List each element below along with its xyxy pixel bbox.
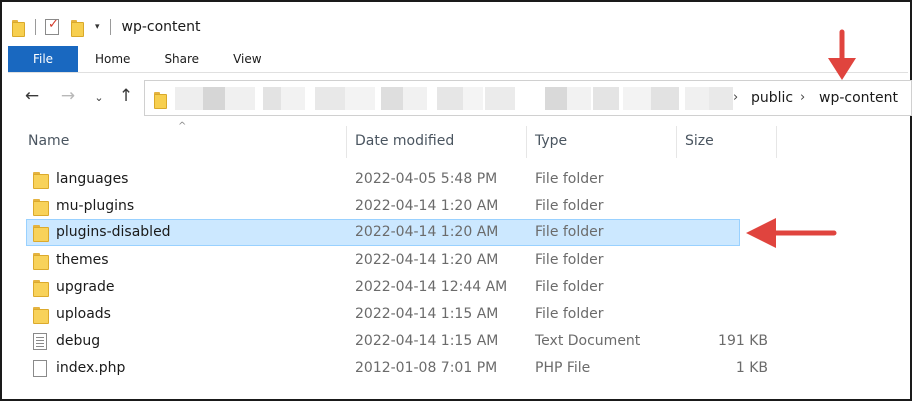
file-date: 2022-04-14 12:44 AM	[355, 279, 508, 295]
title-bar: ✓ ▾ wp-content	[12, 12, 201, 42]
sort-indicator-icon: ^	[178, 121, 187, 132]
column-header-name[interactable]: Name	[28, 133, 69, 149]
column-header-row: ^ Name Date modified Type Size	[8, 121, 908, 158]
folder-icon	[154, 91, 168, 109]
file-date: 2022-04-05 5:48 PM	[355, 171, 498, 187]
folder-icon[interactable]	[12, 19, 26, 37]
file-type: File folder	[535, 279, 604, 295]
file-date: 2022-04-14 1:20 AM	[355, 224, 499, 240]
file-name: uploads	[56, 306, 111, 322]
breadcrumb-wp-content[interactable]: wp-content	[819, 90, 898, 106]
file-date: 2012-01-08 7:01 PM	[355, 360, 498, 376]
tab-view[interactable]: View	[216, 46, 278, 72]
file-name: debug	[56, 333, 101, 349]
column-divider[interactable]	[526, 126, 527, 158]
file-size: 1 KB	[735, 360, 768, 376]
file-row-plugins-disabled[interactable]: plugins-disabled 2022-04-14 1:20 AM File…	[26, 219, 740, 246]
file-name: index.php	[56, 360, 126, 376]
annotation-arrow-down-icon	[828, 29, 856, 80]
tab-home[interactable]: Home	[78, 46, 147, 72]
file-row-index-php[interactable]: index.php 2012-01-08 7:01 PM PHP File 1 …	[26, 355, 768, 382]
file-name: mu-plugins	[56, 198, 135, 214]
file-type: File folder	[535, 171, 604, 187]
column-divider[interactable]	[676, 126, 677, 158]
properties-icon[interactable]: ✓	[45, 17, 59, 35]
new-folder-icon[interactable]	[71, 19, 85, 37]
file-type: Text Document	[535, 333, 641, 349]
file-date: 2022-04-14 1:20 AM	[355, 198, 499, 214]
file-name: plugins-disabled	[56, 224, 171, 240]
text-document-icon	[33, 333, 47, 350]
navigation-bar: ← → ⌄ ↑ › public › wp-content	[8, 74, 912, 124]
file-name: themes	[56, 252, 109, 268]
column-header-type[interactable]: Type	[535, 133, 567, 149]
file-type: PHP File	[535, 360, 591, 376]
forward-button[interactable]: →	[57, 86, 79, 106]
toolbar-separator	[35, 19, 36, 35]
file-type: File folder	[535, 306, 604, 322]
file-name: upgrade	[56, 279, 115, 295]
recent-locations-button[interactable]: ⌄	[88, 91, 110, 104]
quick-access-dropdown-icon[interactable]: ▾	[95, 22, 100, 32]
toolbar-separator	[109, 19, 111, 35]
back-button[interactable]: ←	[21, 86, 43, 106]
address-bar[interactable]: › public › wp-content	[144, 80, 912, 116]
ribbon-tabs: File Home Share View	[8, 46, 908, 73]
file-size: 191 KB	[718, 333, 768, 349]
column-divider[interactable]	[776, 126, 777, 158]
folder-icon	[33, 198, 49, 216]
column-header-date[interactable]: Date modified	[355, 133, 454, 149]
file-type: File folder	[535, 252, 604, 268]
breadcrumb-separator[interactable]: ›	[800, 90, 805, 105]
window-title: wp-content	[121, 19, 201, 35]
column-header-size[interactable]: Size	[685, 133, 714, 149]
annotation-arrow-left-icon	[746, 218, 837, 248]
file-date: 2022-04-14 1:15 AM	[355, 306, 499, 322]
file-icon	[33, 360, 47, 377]
file-date: 2022-04-14 1:20 AM	[355, 252, 499, 268]
folder-icon	[33, 252, 49, 270]
tab-file[interactable]: File	[8, 46, 78, 72]
file-date: 2022-04-14 1:15 AM	[355, 333, 499, 349]
column-divider[interactable]	[346, 126, 347, 158]
folder-icon	[33, 306, 49, 324]
file-type: File folder	[535, 198, 604, 214]
tab-share[interactable]: Share	[147, 46, 216, 72]
up-button[interactable]: ↑	[115, 86, 137, 106]
file-row-themes[interactable]: themes 2022-04-14 1:20 AM File folder	[26, 247, 740, 274]
file-row-upgrade[interactable]: upgrade 2022-04-14 12:44 AM File folder	[26, 274, 740, 301]
folder-icon	[33, 279, 49, 297]
file-row-debug[interactable]: debug 2022-04-14 1:15 AM Text Document 1…	[26, 328, 768, 355]
breadcrumb-public[interactable]: public	[751, 90, 793, 106]
file-row-uploads[interactable]: uploads 2022-04-14 1:15 AM File folder	[26, 301, 740, 328]
explorer-window: ✓ ▾ wp-content File Home Share View ← → …	[0, 0, 912, 401]
file-row-languages[interactable]: languages 2022-04-05 5:48 PM File folder	[26, 166, 740, 193]
folder-icon	[33, 224, 49, 242]
breadcrumb-separator[interactable]: ›	[733, 90, 738, 105]
file-row-mu-plugins[interactable]: mu-plugins 2022-04-14 1:20 AM File folde…	[26, 193, 740, 220]
file-type: File folder	[535, 224, 604, 240]
folder-icon	[33, 171, 49, 189]
file-name: languages	[56, 171, 129, 187]
